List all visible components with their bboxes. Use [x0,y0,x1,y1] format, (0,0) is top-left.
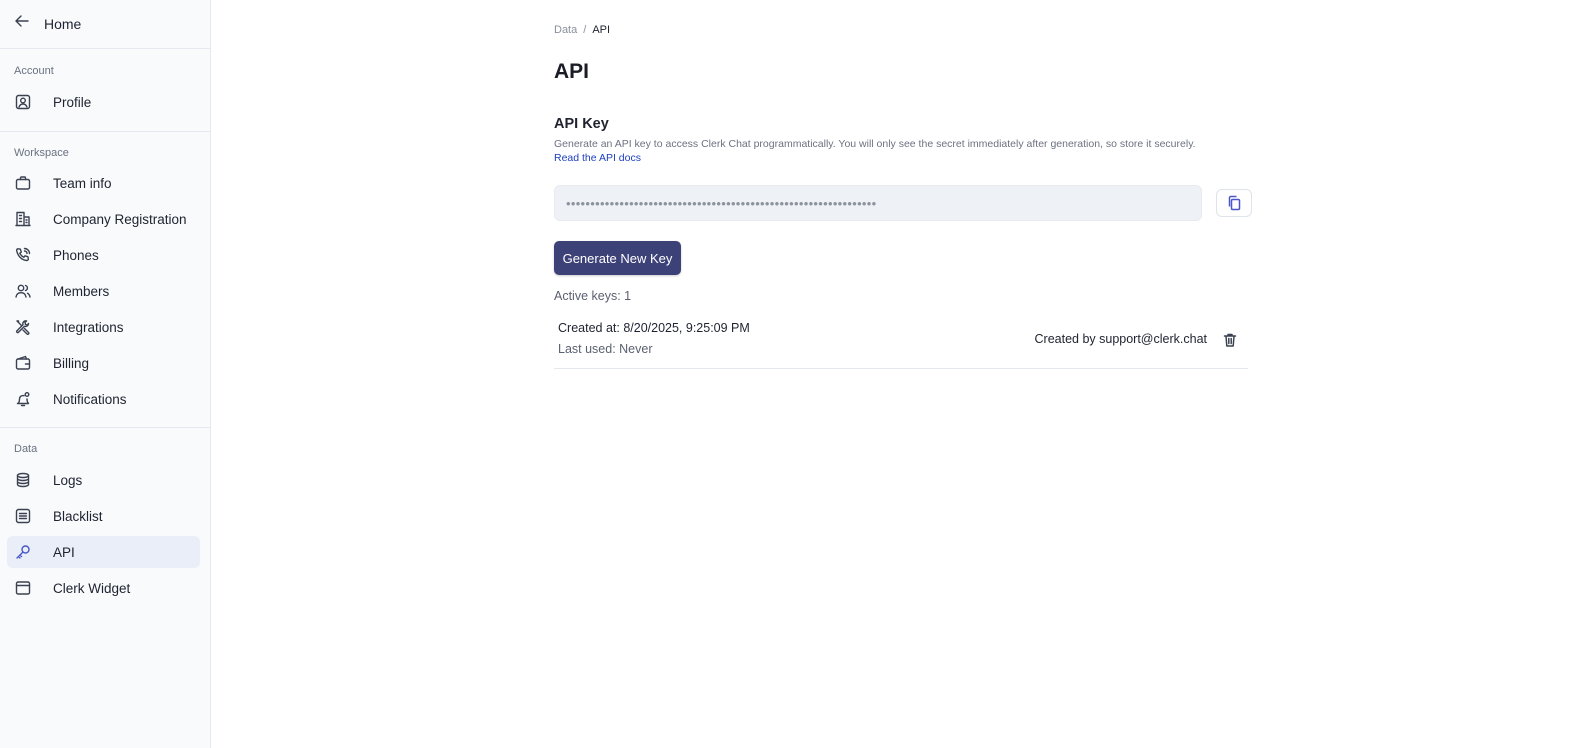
sidebar-item-label: Company Registration [53,211,187,227]
sidebar-item-api[interactable]: API [7,536,200,568]
page-title: API [554,60,590,83]
sidebar-item-label: Integrations [53,319,124,335]
generate-new-key-button[interactable]: Generate New Key [554,241,681,275]
key-icon [15,544,31,560]
breadcrumb: Data / API [554,24,610,36]
api-key-row: Created at: 8/20/2025, 9:25:09 PM Last u… [554,314,1248,369]
database-icon [15,472,31,488]
briefcase-icon [15,175,31,191]
sidebar-item-integrations[interactable]: Integrations [7,311,200,343]
sidebar-item-label: Members [53,283,110,299]
list-box-icon [15,508,31,524]
section-title-workspace: Workspace [14,147,69,159]
profile-icon [15,94,31,110]
key-created-at: Created at: 8/20/2025, 9:25:09 PM [558,321,750,335]
sidebar-item-phones[interactable]: Phones [7,239,200,271]
delete-key-button[interactable] [1222,332,1238,348]
sidebar-item-label: Billing [53,355,90,371]
sidebar-item-label: Profile [53,94,92,110]
sidebar-item-label: API [53,544,75,560]
sidebar-item-label: Logs [53,472,83,488]
key-created-by: Created by support@clerk.chat [1034,332,1208,346]
bell-icon [15,391,31,407]
sidebar-divider [0,131,210,132]
building-icon [15,211,31,227]
sidebar-item-profile[interactable]: Profile [7,86,200,118]
home-link[interactable]: Home [0,0,210,47]
sidebar-item-label: Team info [53,175,112,191]
sidebar-divider [0,48,210,49]
breadcrumb-separator: / [583,24,587,36]
sidebar-item-company-registration[interactable]: Company Registration [7,203,200,235]
active-keys-count: Active keys: 1 [554,289,632,303]
sidebar-item-clerk-widget[interactable]: Clerk Widget [7,572,200,604]
phone-icon [15,247,31,263]
sidebar-item-team-info[interactable]: Team info [7,167,200,199]
sidebar: Home Account Profile Workspace Team info… [0,0,211,748]
wallet-icon [15,355,31,371]
sidebar-item-label: Notifications [53,391,127,407]
key-last-used: Last used: Never [558,342,653,356]
section-title-account: Account [14,65,54,77]
members-icon [15,283,31,299]
window-icon [15,580,31,596]
api-key-description: Generate an API key to access Clerk Chat… [554,138,1196,150]
arrow-left-icon [14,13,30,34]
tools-icon [15,319,31,335]
api-docs-link[interactable]: Read the API docs [554,152,641,164]
sidebar-item-label: Blacklist [53,508,103,524]
breadcrumb-parent[interactable]: Data [554,24,577,36]
sidebar-item-members[interactable]: Members [7,275,200,307]
home-label: Home [44,15,82,32]
section-title-data: Data [14,443,38,455]
sidebar-divider [0,427,210,428]
copy-key-button[interactable] [1216,189,1252,217]
trash-icon [1222,332,1238,348]
sidebar-item-blacklist[interactable]: Blacklist [7,500,200,532]
copy-icon [1226,195,1242,211]
api-key-field[interactable]: ••••••••••••••••••••••••••••••••••••••••… [554,185,1202,221]
sidebar-item-billing[interactable]: Billing [7,347,200,379]
api-key-heading: API Key [554,116,609,132]
sidebar-item-label: Phones [53,247,99,263]
sidebar-item-logs[interactable]: Logs [7,464,200,496]
sidebar-item-label: Clerk Widget [53,580,131,596]
breadcrumb-current: API [592,24,611,36]
sidebar-item-notifications[interactable]: Notifications [7,383,200,415]
